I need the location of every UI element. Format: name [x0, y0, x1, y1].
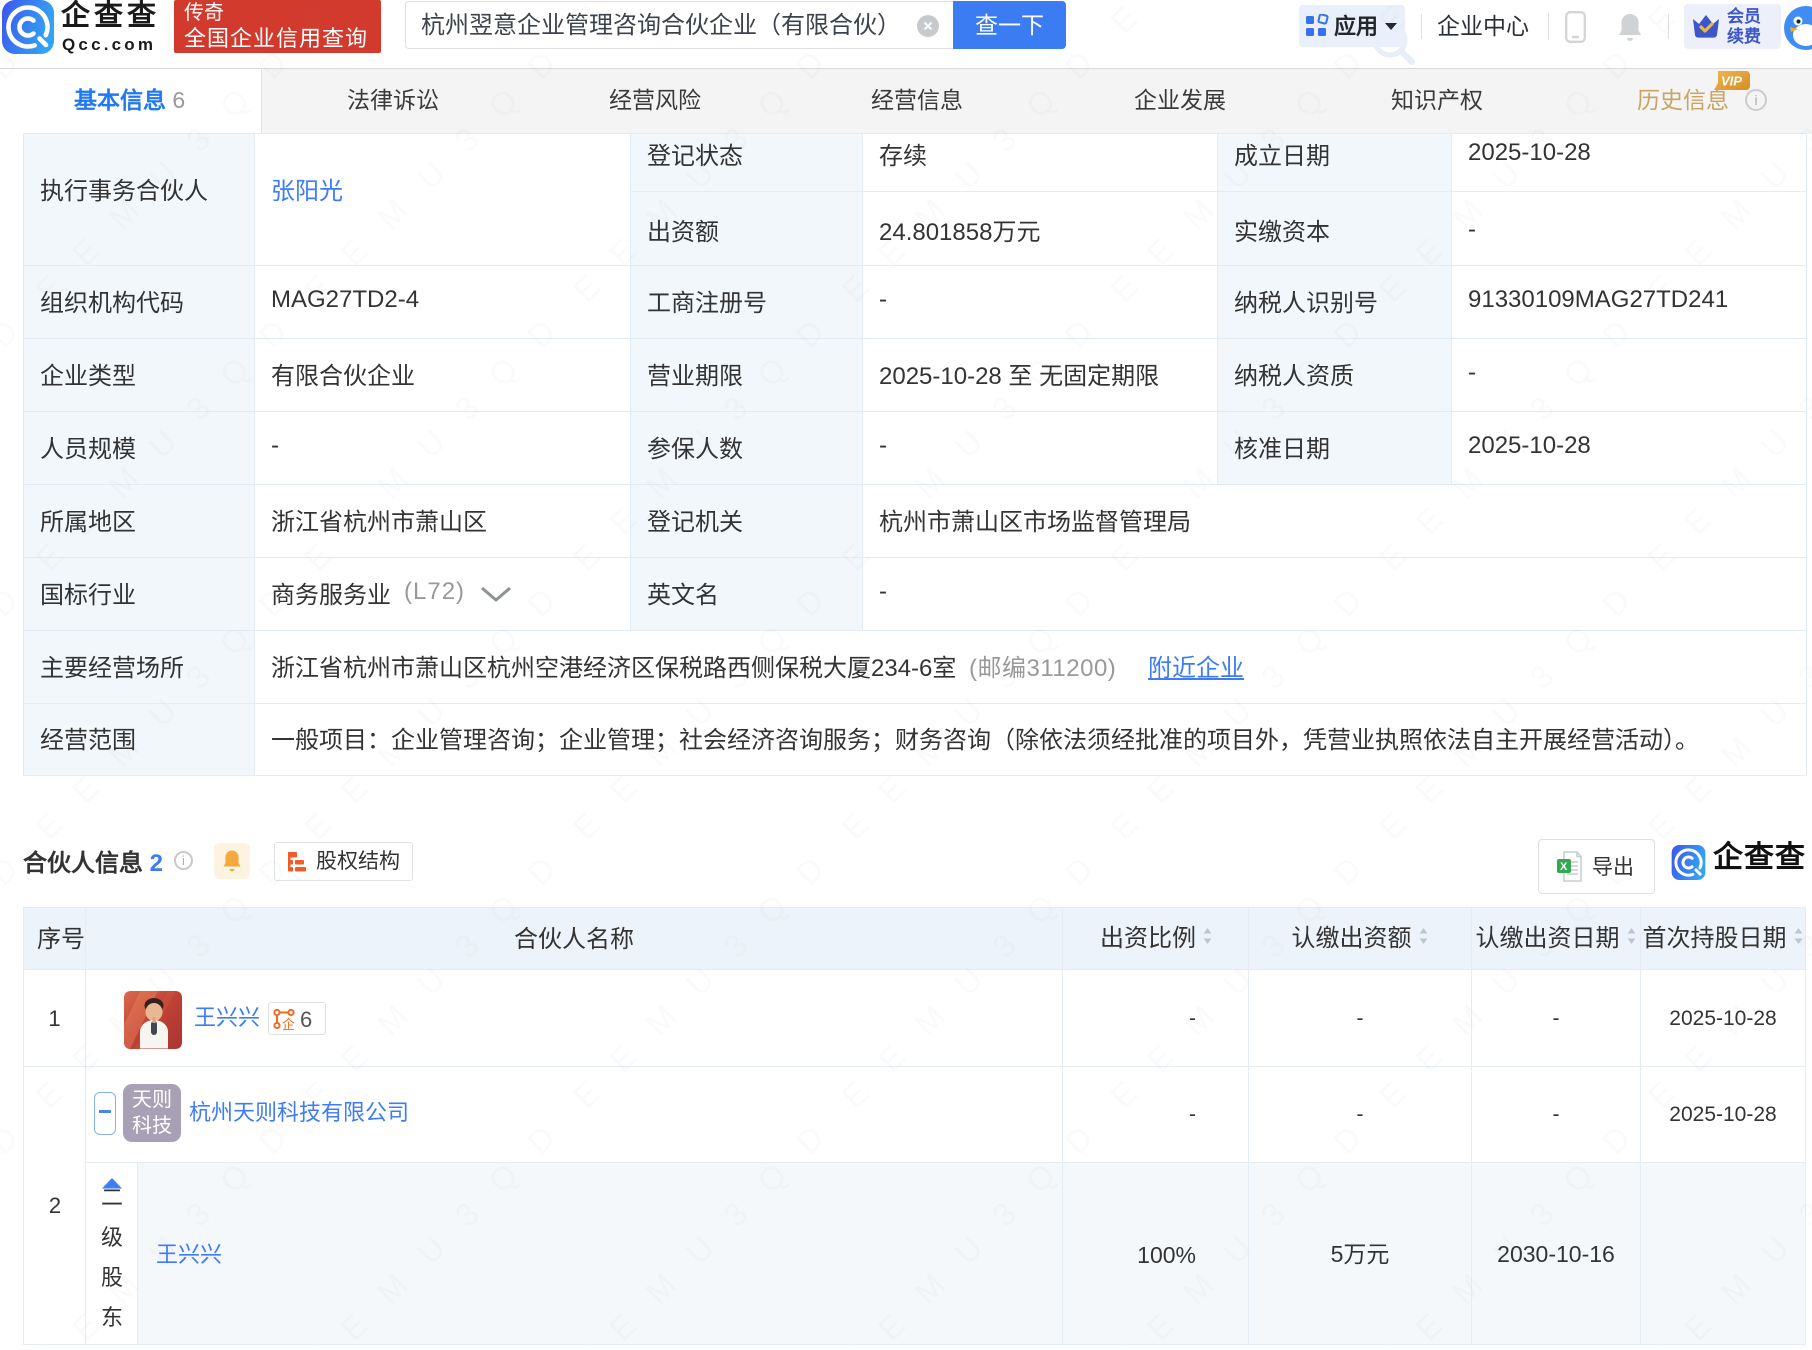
svg-text:X: X — [1560, 861, 1568, 873]
svg-text:VIP: VIP — [1721, 74, 1742, 89]
svg-text:企: 企 — [282, 1017, 295, 1030]
